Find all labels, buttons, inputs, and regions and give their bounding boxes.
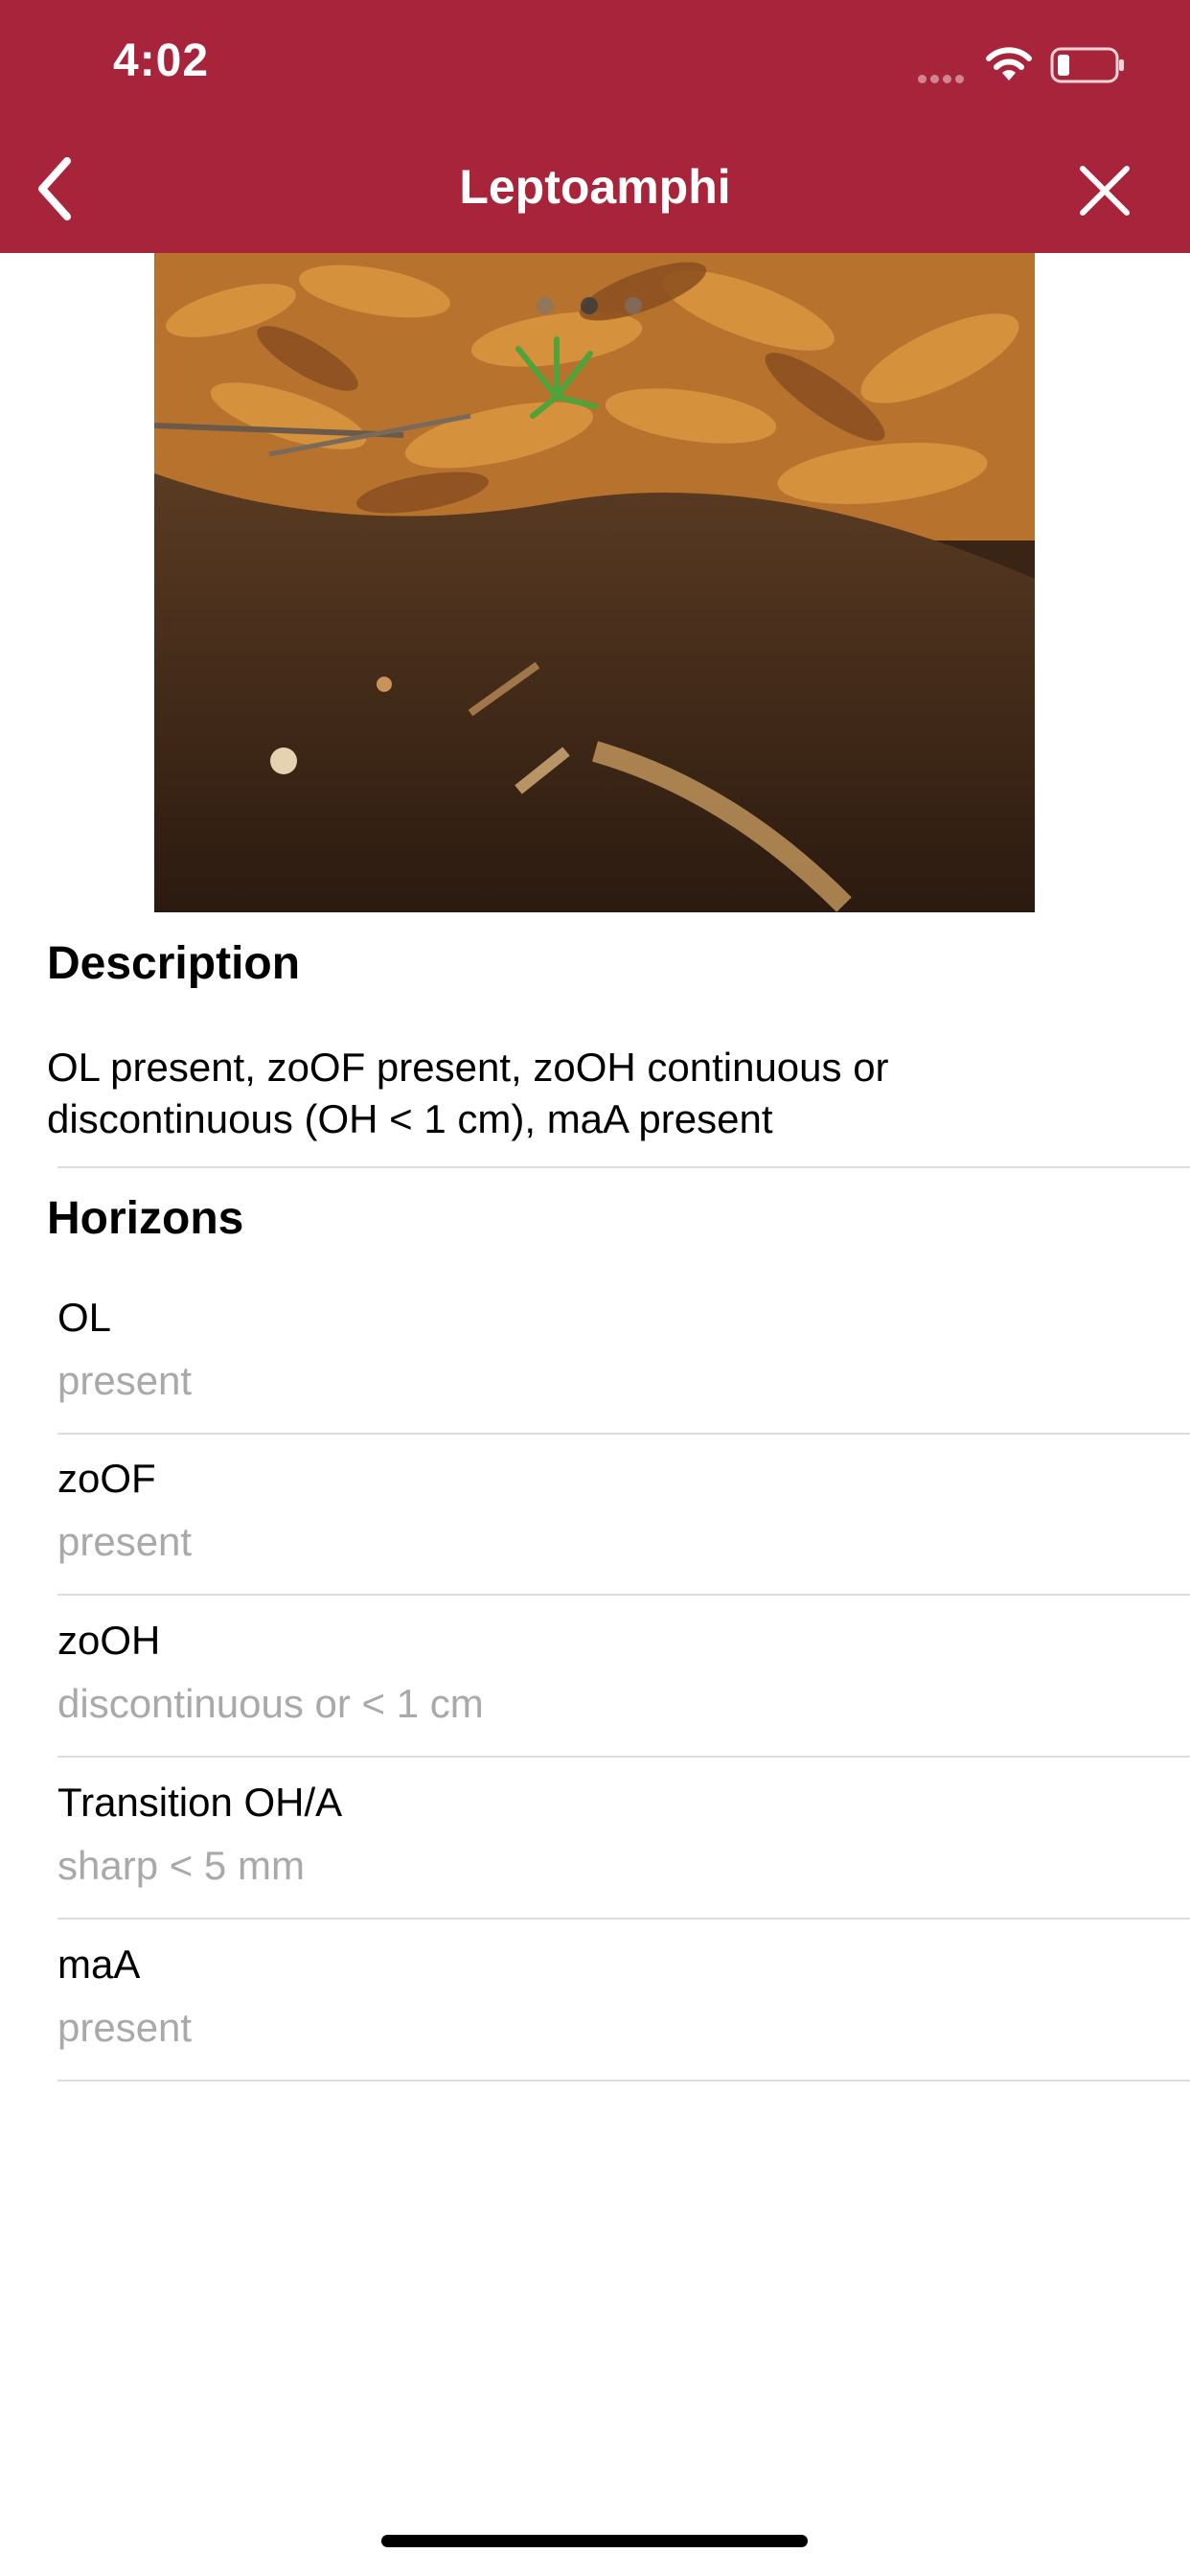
horizon-label: OL xyxy=(57,1295,112,1340)
horizon-label: zoOH xyxy=(57,1618,161,1663)
horizon-value: present xyxy=(57,1519,193,1564)
page-title: Leptoamphi xyxy=(459,160,731,214)
row-separator xyxy=(57,2080,1190,2082)
horizon-row-zooh: zoOH discontinuous or < 1 cm xyxy=(57,1597,1190,1758)
horizon-row-maa: maA present xyxy=(57,1920,1190,2082)
horizon-label: maA xyxy=(57,1942,141,1987)
horizon-label: Transition OH/A xyxy=(57,1780,343,1825)
status-time: 4:02 xyxy=(113,35,210,86)
description-text: OL present, zoOF present, zoOH continuou… xyxy=(47,1045,889,1141)
row-separator xyxy=(57,1918,1190,1920)
home-indicator[interactable] xyxy=(381,2535,808,2547)
battery-icon xyxy=(1050,47,1124,83)
page-dot[interactable] xyxy=(625,297,642,314)
close-button[interactable] xyxy=(1075,161,1134,220)
divider xyxy=(57,1166,1190,1168)
horizon-value: sharp < 5 mm xyxy=(57,1843,305,1888)
horizon-label: zoOF xyxy=(57,1456,156,1501)
top-bar: 4:02 Leptoamphi xyxy=(0,0,1190,253)
description-heading: Description xyxy=(47,938,301,989)
horizon-row-ol: OL present xyxy=(57,1274,1190,1435)
horizon-value: discontinuous or < 1 cm xyxy=(57,1681,484,1726)
page-indicator[interactable] xyxy=(537,297,669,319)
row-separator xyxy=(57,1756,1190,1758)
horizon-value: present xyxy=(57,1358,193,1403)
page-dot-active[interactable] xyxy=(581,297,598,314)
row-separator xyxy=(57,1594,1190,1596)
soil-profile-image xyxy=(154,253,1035,912)
wifi-icon xyxy=(986,47,1032,80)
horizon-value: present xyxy=(57,2005,193,2050)
soil-photo[interactable] xyxy=(154,253,1035,912)
cellular-signal-icon xyxy=(918,71,968,88)
page-dot[interactable] xyxy=(537,297,554,314)
horizon-row-zoof: zoOF present xyxy=(57,1435,1190,1596)
horizons-heading: Horizons xyxy=(47,1193,244,1244)
close-icon xyxy=(1080,166,1130,216)
horizon-row-transition: Transition OH/A sharp < 5 mm xyxy=(57,1759,1190,1920)
